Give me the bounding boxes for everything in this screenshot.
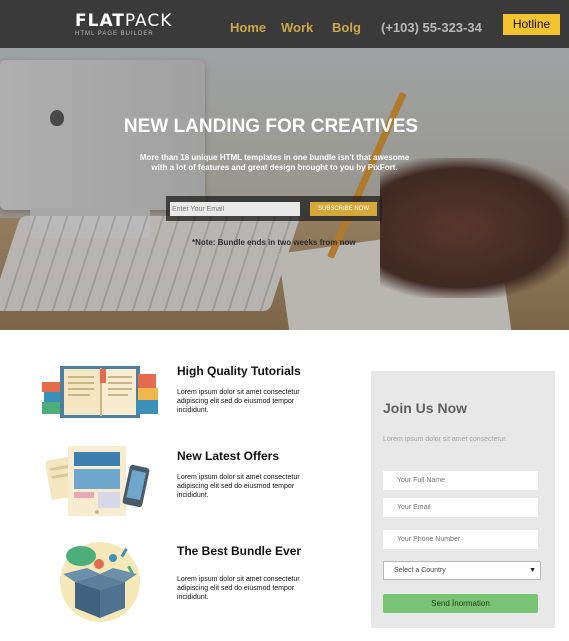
hero-email-input[interactable] (170, 202, 300, 216)
hero-banner: NEW LANDING FOR CREATIVES More than 18 u… (0, 48, 569, 330)
nav-link-blog[interactable]: Bolg (332, 20, 361, 35)
subscribe-now-button[interactable]: SUBSCRIBE NOW (310, 202, 377, 216)
email-field[interactable] (383, 498, 538, 517)
feature-title: The Best Bundle Ever (177, 544, 302, 558)
logo-tagline: HTML PAGE BUILDER (75, 31, 154, 37)
devices-icon (46, 446, 150, 516)
country-select[interactable]: Select a Country ▼ (383, 561, 541, 580)
nav-link-home[interactable]: Home (230, 20, 266, 35)
join-description: Lorem ipsum dolor sit amet consectetur. (383, 436, 508, 443)
flatpack-logo[interactable]: FLATPACK HTML PAGE BUILDER (75, 11, 173, 38)
feature-title: High Quality Tutorials (177, 364, 301, 378)
hero-description: More than 18 unique HTML templates in on… (139, 153, 410, 172)
phone-number: (+103) 55-323-34 (381, 20, 482, 35)
hero-title: NEW LANDING FOR CREATIVES (123, 116, 419, 137)
feature-title: New Latest Offers (177, 449, 280, 463)
nav-link-work[interactable]: Work (281, 20, 313, 35)
feature-text: Lorem ipsum dolor sit amet consectetur a… (177, 576, 300, 601)
bundle-note: *Note: Bundle ends in two weeks from now (192, 238, 356, 247)
feature-text: Lorem ipsum dolor sit amet consectetur a… (177, 474, 300, 499)
books-icon (42, 366, 158, 418)
phone-number-field[interactable] (383, 530, 538, 549)
feature-text: Lorem ipsum dolor sit amet consectetur a… (177, 389, 300, 414)
gift-box-icon (60, 542, 140, 622)
country-select-value: Select a Country (394, 567, 446, 574)
full-name-field[interactable] (383, 471, 538, 490)
send-information-button[interactable]: Send İnormation (383, 594, 538, 613)
logo-wordmark: FLATPACK (75, 11, 173, 31)
dropdown-arrow-icon: ▼ (529, 567, 536, 574)
join-title: Join Us Now (383, 400, 468, 416)
hotline-button[interactable]: Hotline (503, 14, 560, 35)
top-navigation-bar: FLATPACK HTML PAGE BUILDER Home Work Bol… (0, 0, 569, 48)
